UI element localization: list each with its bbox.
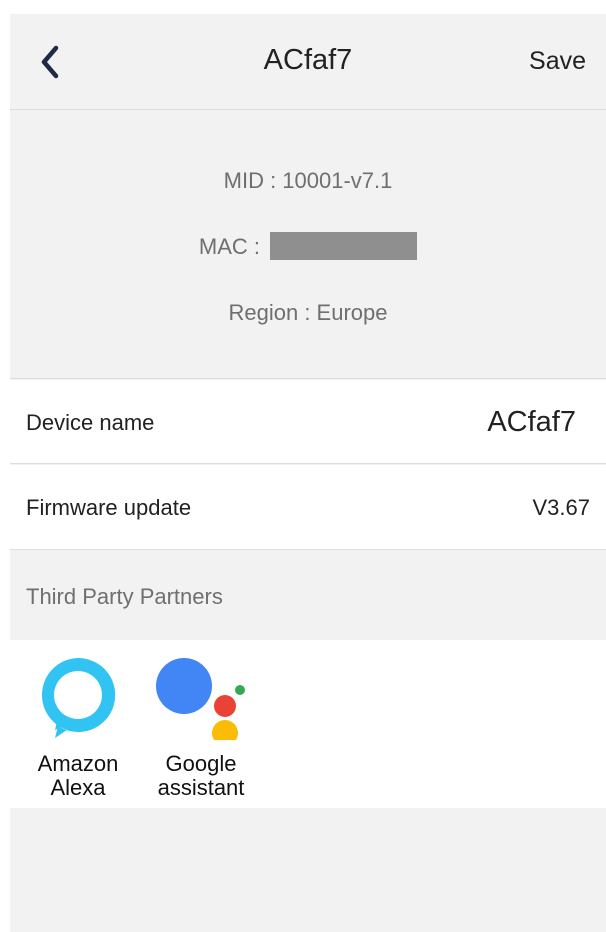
amazon-alexa-label: Amazon Alexa (37, 751, 119, 800)
page-title: ACfaf7 (263, 44, 353, 76)
firmware-update-label: Firmware update (26, 495, 192, 520)
mac-row: MAC : (10, 232, 606, 262)
google-assistant-icon (141, 650, 261, 746)
save-button[interactable]: Save (529, 47, 586, 76)
google-assistant-label: Google assistant (157, 751, 245, 800)
mid-text: MID : 10001-v7.1 (223, 168, 393, 193)
region-text: Region : Europe (228, 300, 388, 325)
screen: ACfaf7 Save MID : 10001-v7.1 MAC : Regio… (10, 14, 606, 932)
partners-panel: Amazon Alexa Google assistant (10, 640, 606, 808)
google-assistant-item[interactable]: Google assistant (141, 640, 261, 808)
firmware-update-row[interactable]: Firmware update V3.67 (10, 465, 606, 550)
mac-label: MAC : (198, 234, 260, 259)
amazon-alexa-item[interactable]: Amazon Alexa (18, 640, 138, 808)
device-name-label: Device name (26, 410, 155, 435)
device-info-panel: MID : 10001-v7.1 MAC : Region : Europe (10, 111, 606, 379)
device-name-row[interactable]: Device name ACfaf7 (10, 380, 606, 464)
mac-redacted-value (270, 232, 418, 261)
top-bar: ACfaf7 Save (10, 14, 606, 110)
third-party-partners-heading: Third Party Partners (26, 584, 223, 609)
empty-area (10, 808, 606, 932)
firmware-version-value: V3.67 (532, 495, 591, 520)
amazon-alexa-icon (18, 650, 138, 740)
device-name-value: ACfaf7 (487, 406, 576, 438)
